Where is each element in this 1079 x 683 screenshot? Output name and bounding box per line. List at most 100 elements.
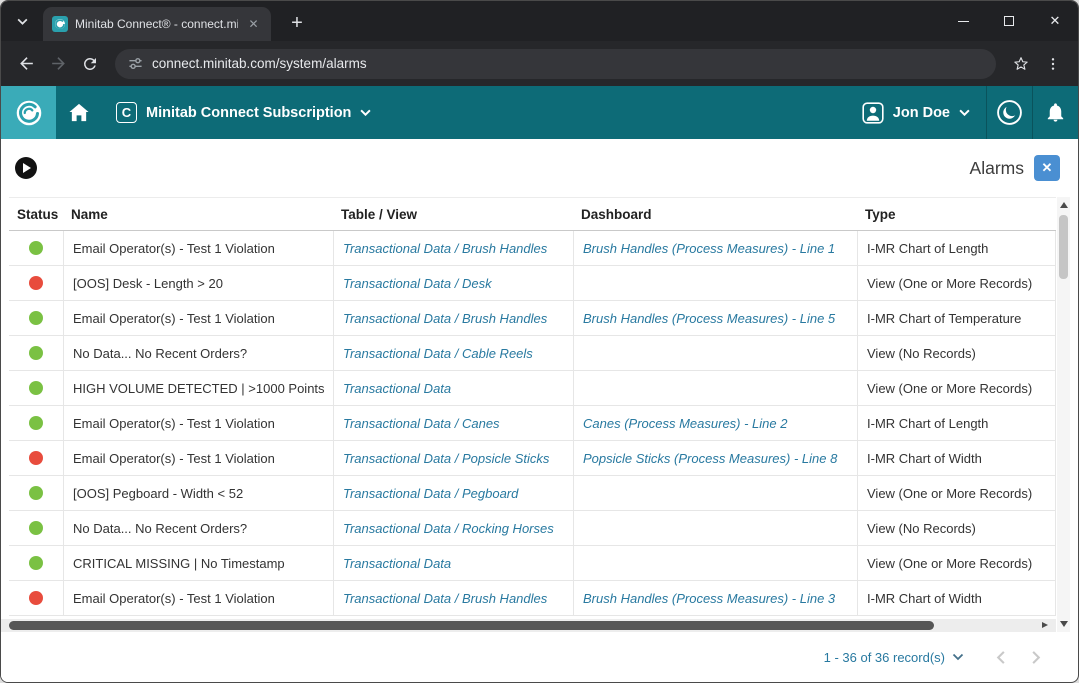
column-header-type[interactable]: Type	[857, 207, 1056, 222]
alarm-type: I-MR Chart of Length	[857, 406, 1056, 440]
table-row[interactable]: [OOS] Pegboard - Width < 52 Transactiona…	[9, 476, 1056, 511]
forward-button[interactable]	[43, 49, 73, 79]
header-right: Jon Doe	[846, 86, 1078, 139]
alarm-name: Email Operator(s) - Test 1 Violation	[63, 231, 333, 265]
refresh-button[interactable]	[75, 49, 105, 79]
alarm-type: I-MR Chart of Width	[857, 581, 1056, 615]
table-row[interactable]: No Data... No Recent Orders? Transaction…	[9, 511, 1056, 546]
crescent-moon-icon	[996, 99, 1023, 126]
panel-close-button[interactable]: ✕	[1034, 155, 1060, 181]
chevron-down-icon	[360, 109, 371, 116]
column-header-name[interactable]: Name	[63, 207, 333, 222]
record-count-dropdown[interactable]: 1 - 36 of 36 record(s)	[824, 650, 964, 665]
alarm-name: Email Operator(s) - Test 1 Violation	[63, 581, 333, 615]
window-maximize-button[interactable]	[986, 1, 1032, 41]
alarm-type: View (One or More Records)	[857, 476, 1056, 510]
vertical-scrollbar[interactable]	[1057, 197, 1070, 632]
window-close-button[interactable]: ✕	[1032, 1, 1078, 41]
horizontal-scrollbar-thumb[interactable]	[9, 621, 934, 630]
window-controls: ✕	[940, 1, 1078, 41]
browser-tab[interactable]: Minitab Connect® - connect.mi... ✕	[43, 7, 271, 41]
url-bar[interactable]: connect.minitab.com/system/alarms	[115, 49, 996, 79]
table-view-link[interactable]: Transactional Data / Canes	[333, 406, 573, 440]
alarm-type: View (No Records)	[857, 336, 1056, 370]
new-tab-button[interactable]: +	[283, 9, 311, 37]
chevron-down-icon	[959, 109, 970, 116]
status-cell	[9, 301, 63, 335]
browser-menu-button[interactable]	[1038, 49, 1068, 79]
bookmark-button[interactable]	[1006, 49, 1036, 79]
column-header-table-view[interactable]: Table / View	[333, 207, 573, 222]
alarms-table: Status Name Table / View Dashboard Type …	[9, 197, 1056, 616]
dashboard-link[interactable]	[573, 511, 857, 545]
dashboard-link[interactable]	[573, 371, 857, 405]
alarm-name: No Data... No Recent Orders?	[63, 336, 333, 370]
dashboard-link[interactable]: Brush Handles (Process Measures) - Line …	[573, 581, 857, 615]
tab-close-icon[interactable]: ✕	[245, 16, 262, 33]
play-button[interactable]	[15, 157, 37, 179]
browser-window: Minitab Connect® - connect.mi... ✕ + ✕	[0, 0, 1079, 683]
vertical-scrollbar-thumb[interactable]	[1059, 215, 1068, 279]
status-cell	[9, 406, 63, 440]
dashboard-link[interactable]	[573, 476, 857, 510]
user-icon	[862, 102, 884, 124]
status-cell	[9, 476, 63, 510]
column-header-status[interactable]: Status	[9, 207, 63, 222]
status-cell	[9, 511, 63, 545]
window-minimize-button[interactable]	[940, 1, 986, 41]
browser-titlebar: Minitab Connect® - connect.mi... ✕ + ✕	[1, 1, 1078, 41]
alarm-name: Email Operator(s) - Test 1 Violation	[63, 406, 333, 440]
table-row[interactable]: CRITICAL MISSING | No Timestamp Transact…	[9, 546, 1056, 581]
night-mode-button[interactable]	[986, 86, 1032, 139]
table-view-link[interactable]: Transactional Data / Rocking Horses	[333, 511, 573, 545]
scroll-down-icon[interactable]	[1060, 621, 1068, 627]
horizontal-scrollbar[interactable]	[1, 619, 1056, 632]
table-row[interactable]: Email Operator(s) - Test 1 Violation Tra…	[9, 441, 1056, 476]
alarm-type: View (One or More Records)	[857, 371, 1056, 405]
minitab-connect-logo[interactable]	[1, 86, 56, 139]
notifications-button[interactable]	[1032, 86, 1078, 139]
dashboard-link[interactable]: Brush Handles (Process Measures) - Line …	[573, 231, 857, 265]
table-view-link[interactable]: Transactional Data / Pegboard	[333, 476, 573, 510]
scroll-right-icon[interactable]	[1042, 622, 1048, 628]
table-view-link[interactable]: Transactional Data	[333, 546, 573, 580]
previous-page-button[interactable]	[986, 642, 1016, 672]
status-dot	[29, 521, 43, 535]
dashboard-link[interactable]	[573, 266, 857, 300]
back-button[interactable]	[11, 49, 41, 79]
table-row[interactable]: No Data... No Recent Orders? Transaction…	[9, 336, 1056, 371]
status-dot	[29, 241, 43, 255]
table-view-link[interactable]: Transactional Data / Desk	[333, 266, 573, 300]
table-view-link[interactable]: Transactional Data / Popsicle Sticks	[333, 441, 573, 475]
user-menu[interactable]: Jon Doe	[846, 86, 986, 139]
table-row[interactable]: Email Operator(s) - Test 1 Violation Tra…	[9, 231, 1056, 266]
url-text[interactable]: connect.minitab.com/system/alarms	[152, 56, 367, 71]
table-row[interactable]: [OOS] Desk - Length > 20 Transactional D…	[9, 266, 1056, 301]
home-button[interactable]	[56, 86, 102, 139]
scroll-up-icon[interactable]	[1060, 202, 1068, 208]
site-info-icon[interactable]	[128, 56, 143, 71]
dashboard-link[interactable]: Canes (Process Measures) - Line 2	[573, 406, 857, 440]
next-page-button[interactable]	[1020, 642, 1050, 672]
table-view-link[interactable]: Transactional Data / Brush Handles	[333, 301, 573, 335]
status-dot	[29, 451, 43, 465]
table-row[interactable]: HIGH VOLUME DETECTED | >1000 Points Tran…	[9, 371, 1056, 406]
dashboard-link[interactable]	[573, 546, 857, 580]
table-row[interactable]: Email Operator(s) - Test 1 Violation Tra…	[9, 406, 1056, 441]
alarm-type: I-MR Chart of Width	[857, 441, 1056, 475]
column-header-dashboard[interactable]: Dashboard	[573, 207, 857, 222]
table-view-link[interactable]: Transactional Data / Brush Handles	[333, 581, 573, 615]
table-row[interactable]: Email Operator(s) - Test 1 Violation Tra…	[9, 581, 1056, 616]
table-view-link[interactable]: Transactional Data	[333, 371, 573, 405]
table-row[interactable]: Email Operator(s) - Test 1 Violation Tra…	[9, 301, 1056, 336]
table-view-link[interactable]: Transactional Data / Cable Reels	[333, 336, 573, 370]
dashboard-link[interactable]	[573, 336, 857, 370]
status-dot	[29, 556, 43, 570]
subscription-selector[interactable]: C Minitab Connect Subscription	[116, 102, 371, 123]
bell-icon	[1044, 101, 1067, 124]
dashboard-link[interactable]: Popsicle Sticks (Process Measures) - Lin…	[573, 441, 857, 475]
tab-search-button[interactable]	[9, 8, 35, 34]
table-view-link[interactable]: Transactional Data / Brush Handles	[333, 231, 573, 265]
dashboard-link[interactable]: Brush Handles (Process Measures) - Line …	[573, 301, 857, 335]
minitab-favicon-icon	[52, 16, 68, 32]
